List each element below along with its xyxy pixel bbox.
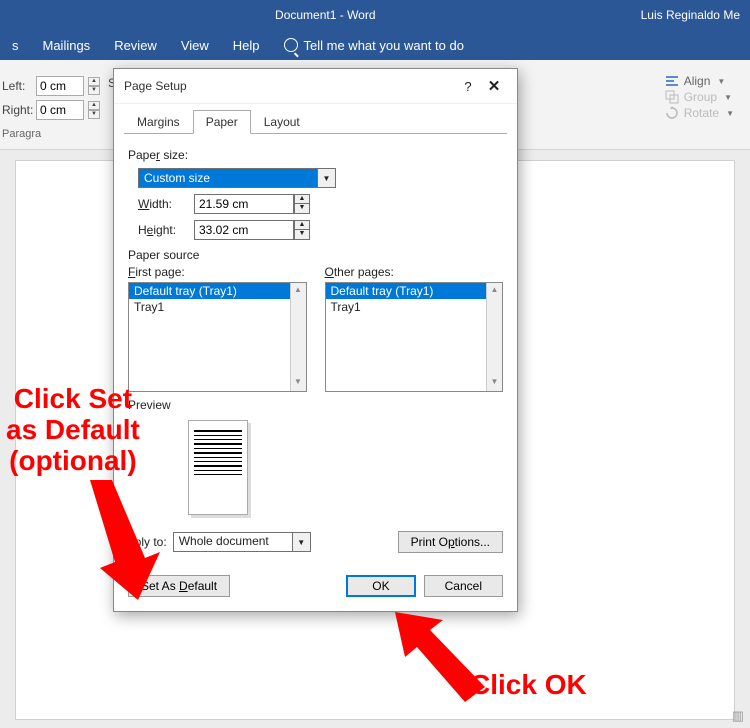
tell-me-search[interactable]: Tell me what you want to do [272,30,476,60]
paper-source-label: Paper source [128,248,503,262]
tab-partial[interactable]: s [0,30,31,60]
scrollbar[interactable]: ▲ ▼ [486,283,502,391]
dialog-tabs: Margins Paper Layout [124,110,507,134]
rotate-icon [665,106,679,120]
apply-to-select[interactable]: Whole document ▼ [173,532,311,552]
tab-margins[interactable]: Margins [124,110,193,134]
width-field[interactable] [194,194,294,214]
paragraph-group-label: Paragra [2,124,100,140]
spin-down-icon[interactable]: ▼ [294,204,310,214]
tab-view[interactable]: View [169,30,221,60]
rotate-button: Rotate ▼ [665,106,734,120]
width-label: Width: [138,197,186,211]
apply-to-label: pply to: [128,535,167,549]
ribbon-tabs: s Mailings Review View Help Tell me what… [0,30,750,60]
arrange-group: Align▼ Group▼ Rotate▼ [665,66,744,149]
spin-down-icon[interactable]: ▼ [294,230,310,240]
chevron-down-icon[interactable]: ▼ [318,168,336,188]
list-item[interactable]: Tray1 [326,299,503,315]
tell-me-label: Tell me what you want to do [304,38,464,53]
height-input[interactable]: ▲▼ [194,220,310,240]
chevron-down-icon: ▼ [724,93,732,102]
tab-review[interactable]: Review [102,30,169,60]
other-pages-listbox[interactable]: Default tray (Tray1) Tray1 ▲ ▼ [325,282,504,392]
apply-to-value: Whole document [173,532,293,552]
help-button[interactable]: ? [455,79,481,94]
dialog-title: Page Setup [124,79,455,93]
align-icon [665,74,679,88]
tab-layout[interactable]: Layout [251,110,313,134]
align-label: Align [684,74,711,88]
document-title: Document1 - Word [10,8,641,22]
preview-section: Preview [128,398,503,515]
chevron-down-icon: ▼ [726,109,734,118]
scroll-up-icon[interactable]: ▲ [290,283,306,299]
user-name: Luis Reginaldo Me [641,8,740,22]
height-field[interactable] [194,220,294,240]
lightbulb-icon [284,38,298,52]
other-pages-label: Other pages: [325,265,504,279]
group-button: Group ▼ [665,90,734,104]
status-bar-icon[interactable]: ▥ [732,708,744,724]
indent-right-label: Right: [2,103,32,117]
preview-page [188,420,248,515]
paper-size-value: Custom size [138,168,318,188]
indent-left-input[interactable] [36,76,84,96]
list-item[interactable]: Default tray (Tray1) [326,283,503,299]
first-page-listbox[interactable]: Default tray (Tray1) Tray1 ▲ ▼ [128,282,307,392]
list-item[interactable]: Tray1 [129,299,306,315]
chevron-down-icon: ▼ [717,77,725,86]
tab-mailings[interactable]: Mailings [31,30,103,60]
scroll-up-icon[interactable]: ▲ [486,283,502,299]
indent-group: Left: ▲▼ Right: ▲▼ Paragra [0,66,100,149]
cancel-button[interactable]: Cancel [424,575,503,597]
group-icon [665,90,679,104]
print-options-button[interactable]: Print Options... [398,531,503,553]
paper-size-label: Paper size: [128,148,503,162]
scrollbar[interactable]: ▲ ▼ [290,283,306,391]
indent-right-input[interactable] [36,100,84,120]
tab-help[interactable]: Help [221,30,272,60]
indent-left-spinner[interactable]: ▲▼ [88,77,100,95]
align-button[interactable]: Align ▼ [665,74,734,88]
group-label: Group [684,90,717,104]
dialog-title-bar[interactable]: Page Setup ? ✕ [114,69,517,104]
ok-button[interactable]: OK [346,575,415,597]
tab-paper[interactable]: Paper [193,110,251,134]
spin-up-icon[interactable]: ▲ [294,220,310,230]
scroll-down-icon[interactable]: ▼ [290,375,306,391]
indent-right-spinner[interactable]: ▲▼ [88,101,100,119]
rotate-label: Rotate [684,106,719,120]
page-setup-dialog: Page Setup ? ✕ Margins Paper Layout Pape… [113,68,518,612]
preview-label: Preview [128,398,503,412]
chevron-down-icon[interactable]: ▼ [293,532,311,552]
width-input[interactable]: ▲▼ [194,194,310,214]
paper-size-select[interactable]: Custom size ▼ [138,168,336,188]
spin-up-icon[interactable]: ▲ [294,194,310,204]
scroll-down-icon[interactable]: ▼ [486,375,502,391]
height-label: Height: [138,223,186,237]
set-as-default-button[interactable]: Set As Default [128,575,230,597]
first-page-label: First page: [128,265,307,279]
title-bar: Document1 - Word Luis Reginaldo Me [0,0,750,30]
close-button[interactable]: ✕ [481,77,507,95]
list-item[interactable]: Default tray (Tray1) [129,283,306,299]
indent-left-label: Left: [2,79,32,93]
